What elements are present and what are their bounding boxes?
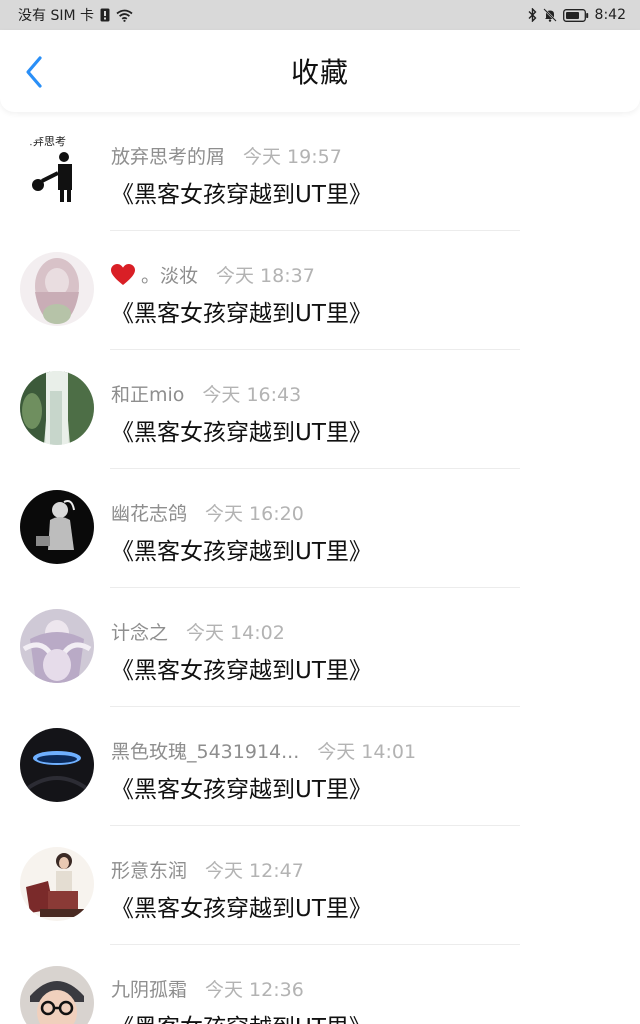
battery-icon	[562, 8, 589, 22]
favorite-title[interactable]: 《黑客女孩穿越到UT里》	[111, 1008, 372, 1024]
timestamp: 今天 16:43	[202, 384, 302, 406]
sim-alert-icon	[100, 8, 110, 22]
heart-icon	[111, 263, 135, 285]
page-title: 收藏	[290, 56, 349, 89]
author-name[interactable]: 放弃思考的屑	[111, 142, 225, 169]
author-name[interactable]: 和正mio	[111, 380, 184, 407]
mute-bell-icon	[542, 8, 557, 22]
timestamp: 今天 18:37	[216, 265, 315, 287]
wifi-icon	[116, 9, 133, 22]
favorites-list: ㄨ弃思考 放弃思考的屑 今天 19:57 《黑客女孩穿越到UT里》 。淡妆 今天…	[0, 112, 640, 1024]
author-name[interactable]: 幽花志鸽	[111, 499, 187, 526]
avatar[interactable]	[20, 966, 94, 1024]
list-item[interactable]: 。淡妆 今天 18:37 《黑客女孩穿越到UT里》	[0, 231, 640, 350]
list-item[interactable]: ㄨ弃思考 放弃思考的屑 今天 19:57 《黑客女孩穿越到UT里》	[0, 112, 640, 231]
list-item[interactable]: 形意东润 今天 12:47 《黑客女孩穿越到UT里》	[0, 826, 640, 945]
carrier-label: 没有 SIM 卡	[18, 8, 94, 24]
avatar[interactable]	[20, 371, 94, 445]
author-name[interactable]: 。淡妆	[111, 261, 198, 288]
favorite-title[interactable]: 《黑客女孩穿越到UT里》	[111, 294, 372, 328]
favorite-title[interactable]: 《黑客女孩穿越到UT里》	[111, 889, 372, 923]
timestamp: 今天 12:47	[205, 860, 304, 882]
author-name[interactable]: 计念之	[111, 618, 168, 645]
timestamp: 今天 12:36	[205, 979, 304, 1001]
favorite-title[interactable]: 《黑客女孩穿越到UT里》	[111, 532, 372, 566]
list-item[interactable]: 计念之 今天 14:02 《黑客女孩穿越到UT里》	[0, 588, 640, 707]
author-name[interactable]: 黑色玫瑰_5431914...	[111, 737, 299, 764]
list-item[interactable]: 和正mio 今天 16:43 《黑客女孩穿越到UT里》	[0, 350, 640, 469]
avatar[interactable]	[20, 490, 94, 564]
clock: 8:42	[594, 7, 626, 23]
avatar[interactable]	[20, 609, 94, 683]
list-item[interactable]: 黑色玫瑰_5431914... 今天 14:01 《黑客女孩穿越到UT里》	[0, 707, 640, 826]
author-name[interactable]: 形意东润	[111, 856, 187, 883]
svg-text:ㄨ弃思考: ㄨ弃思考	[22, 134, 66, 148]
timestamp: 今天 16:20	[205, 503, 304, 525]
favorite-title[interactable]: 《黑客女孩穿越到UT里》	[111, 651, 372, 685]
header-bar: 收藏	[0, 30, 640, 112]
favorite-title[interactable]: 《黑客女孩穿越到UT里》	[111, 175, 372, 209]
favorite-title[interactable]: 《黑客女孩穿越到UT里》	[111, 770, 372, 804]
list-item[interactable]: 九阴孤霜 今天 12:36 《黑客女孩穿越到UT里》	[0, 945, 640, 1024]
timestamp: 今天 14:01	[317, 741, 417, 763]
bluetooth-icon	[528, 8, 537, 22]
author-name-text: 。淡妆	[141, 265, 199, 287]
list-item[interactable]: 幽花志鸽 今天 16:20 《黑客女孩穿越到UT里》	[0, 469, 640, 588]
timestamp: 今天 14:02	[186, 622, 285, 644]
avatar[interactable]	[20, 847, 94, 921]
timestamp: 今天 19:57	[243, 146, 342, 168]
status-bar: 没有 SIM 卡 8:42	[0, 0, 640, 30]
author-name[interactable]: 九阴孤霜	[111, 975, 187, 1002]
avatar[interactable]	[20, 728, 94, 802]
avatar[interactable]: ㄨ弃思考	[20, 133, 94, 207]
favorite-title[interactable]: 《黑客女孩穿越到UT里》	[111, 413, 372, 447]
avatar[interactable]	[20, 252, 94, 326]
